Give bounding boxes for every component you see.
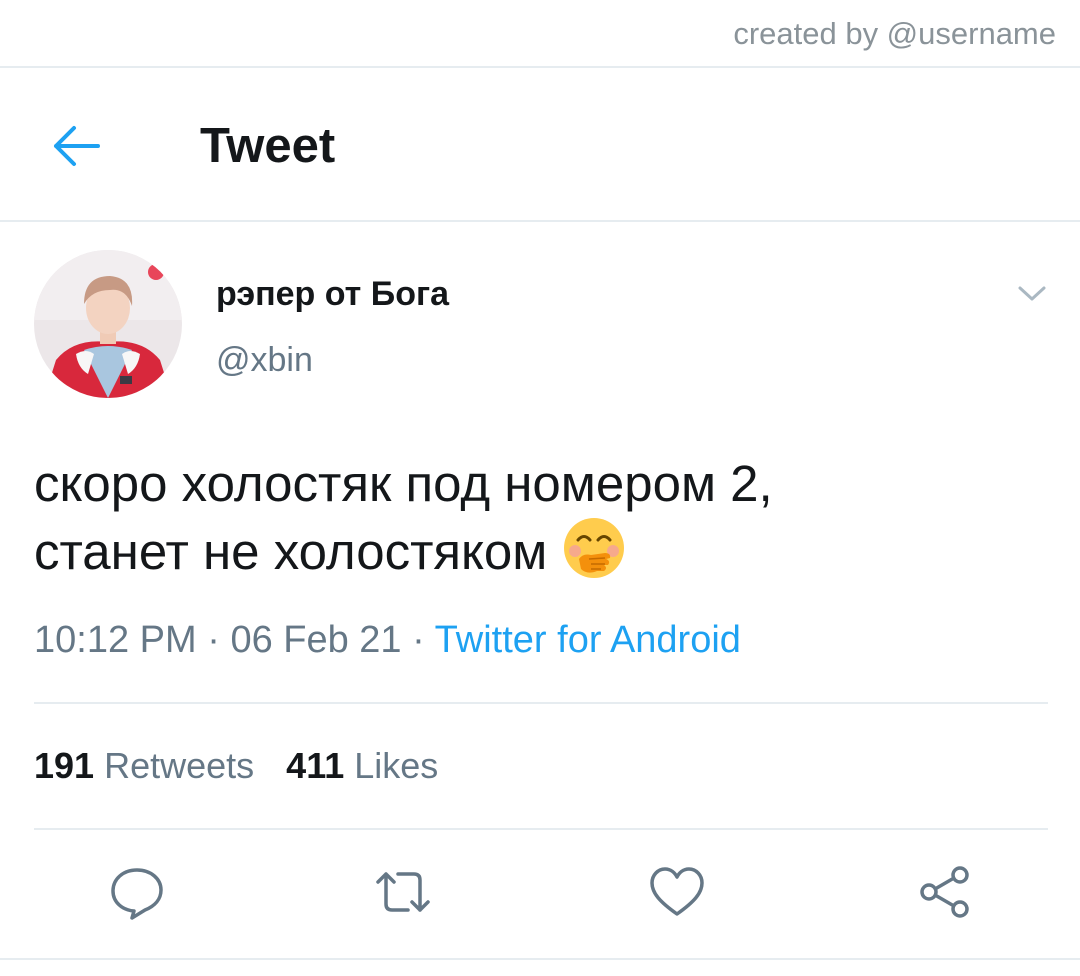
avatar-image xyxy=(34,250,182,398)
likes-stat[interactable]: 411 Likes xyxy=(286,745,438,786)
tweet-time: 10:12 PM xyxy=(34,619,197,661)
like-icon xyxy=(650,867,704,916)
retweet-icon xyxy=(376,872,430,912)
likes-label: Likes xyxy=(354,745,439,786)
more-options-button[interactable] xyxy=(1014,278,1050,308)
source-link[interactable]: Twitter for Android xyxy=(435,619,741,661)
face-with-hand-over-mouth-icon xyxy=(564,517,625,578)
tweet-body: скоро холостяк под номером 2, станет не … xyxy=(34,450,1044,589)
chevron-down-icon xyxy=(1018,286,1046,301)
divider xyxy=(34,702,1048,704)
divider xyxy=(0,220,1080,222)
tweet-stats: 191 Retweets 411 Likes xyxy=(34,745,438,787)
tweet-date: 06 Feb 21 xyxy=(230,619,402,661)
meta-separator: · xyxy=(401,619,435,661)
divider xyxy=(0,66,1080,68)
back-button[interactable] xyxy=(48,120,104,172)
retweets-count: 191 xyxy=(34,745,95,786)
tweet-text-line: станет не холостяком xyxy=(34,523,548,580)
reply-icon xyxy=(111,868,163,920)
retweet-button[interactable] xyxy=(374,864,432,920)
author-name[interactable]: рэпер от Бога xyxy=(216,275,449,314)
divider xyxy=(0,958,1080,960)
share-button[interactable] xyxy=(916,864,974,920)
divider xyxy=(34,828,1048,830)
retweets-label: Retweets xyxy=(104,745,255,786)
share-icon xyxy=(920,866,969,918)
meta-separator: · xyxy=(196,619,231,661)
like-button[interactable] xyxy=(648,864,706,920)
likes-count: 411 xyxy=(286,745,345,786)
retweets-stat[interactable]: 191 Retweets xyxy=(34,745,254,786)
arrow-left-icon xyxy=(54,126,100,166)
tweet-text-line: скоро холостяк под номером 2, xyxy=(34,455,773,512)
tweet-meta: 10:12 PM · 06 Feb 21 · Twitter for Andro… xyxy=(34,619,741,662)
reply-button[interactable] xyxy=(108,864,166,920)
credit-text: created by @username xyxy=(733,16,1056,51)
author-handle[interactable]: @xbin xyxy=(216,341,313,380)
avatar[interactable] xyxy=(34,250,182,398)
page-title: Tweet xyxy=(200,119,336,173)
